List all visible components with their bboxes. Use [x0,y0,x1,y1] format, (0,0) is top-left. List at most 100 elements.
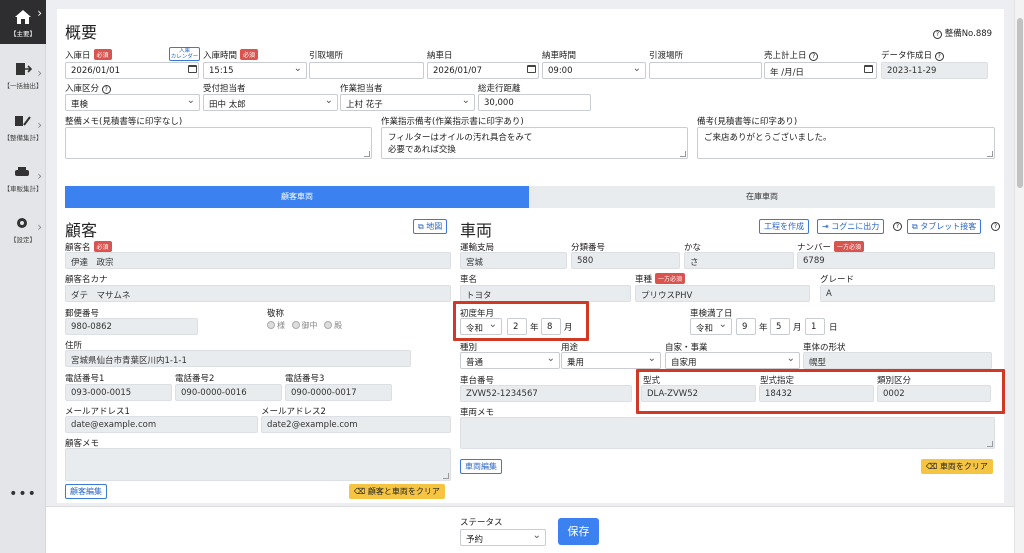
calendar-icon[interactable] [188,65,197,73]
vehicle-kana-input[interactable]: さ [684,252,794,269]
unyu-input[interactable]: 宮城 [460,252,567,269]
chevron-right-icon: › [37,66,42,80]
kyori-input[interactable]: 30,000 [478,94,591,111]
mail2-input[interactable]: date2@example.com [261,416,451,433]
tab-customer-vehicle[interactable]: 顧客車両 [65,186,529,208]
data-date-input: 2023-11-29 [881,62,988,79]
noushabi-input[interactable]: 2026/01/07 [427,62,539,79]
nyuko-kubun-label: 入庫区分 ? [65,82,111,94]
grade-label: グレード [820,275,855,285]
external-link-icon: ⧉ [418,222,424,231]
main-panel: 概要 ? 整備No.889 入庫日 必須 入庫 カレンダー 入庫時間 必須 引取場所… [57,9,1005,503]
shaken-day-input[interactable]: 1 [805,318,825,335]
sidebar: › 【主要】 › 【一括抽出】 › 【整備集計】 › 【車販集計】 › 【設定】… [0,0,46,553]
uriage-label: 売上計上日 ? [764,49,819,61]
sidebar-item-export[interactable]: › 【一括抽出】 [0,60,46,96]
export-icon: ⇥ [822,222,829,231]
calendar-icon[interactable] [864,65,873,73]
calendar-icon[interactable] [527,65,536,73]
help-icon[interactable]: ? [934,52,944,61]
jika-select[interactable]: 自家用 [665,352,800,369]
cogni-export-button[interactable]: ⇥ コグニに出力 [817,219,885,234]
external-link-icon: ⧉ [912,222,918,231]
hikitori-input[interactable] [309,62,424,79]
tablet-button[interactable]: ⧉ タブレット接客 [907,219,982,234]
status-select[interactable]: 予約 [460,529,546,546]
chevron-right-icon: › [37,6,42,20]
nyuko-kubun-select[interactable]: 車検 [65,94,200,111]
tel3-input[interactable]: 090-0000-0017 [285,384,392,401]
eraser-icon: ⌫ [354,487,366,496]
customer-edit-button[interactable]: 顧客編集 [65,484,107,499]
memo-textarea[interactable] [65,127,372,159]
more-icon[interactable]: ••• [0,486,46,502]
number-input[interactable]: 6789 [797,252,995,269]
address-input[interactable]: 宮城県仙台市青葉区川内1-1-1 [65,350,411,367]
chevron-right-icon: › [37,220,42,234]
shiji-textarea[interactable]: フィルターはオイルの汚れ具合をみて 必要であれば交換 [381,127,688,159]
mail1-input[interactable]: date@example.com [65,416,258,433]
shashu-input[interactable]: プリウスPHV [635,285,810,302]
sagyo-label: 作業担当者 [340,84,383,94]
hikiwatashi-input[interactable] [649,62,762,79]
sidebar-item-main[interactable]: › 【主要】 [0,0,46,44]
honorific-option[interactable]: 様 [267,321,285,330]
status-label: ステータス [460,518,503,528]
shaken-year-input[interactable]: 9 [736,318,756,335]
tel1-input[interactable]: 093-000-0015 [65,384,172,401]
scrollbar-thumb[interactable] [1017,18,1023,188]
customer-title: 顧客 [65,221,98,240]
hikitori-label: 引取場所 [309,51,344,61]
clear-customer-vehicle-button[interactable]: ⌫ 顧客と車両をクリア [349,484,445,499]
zip-input[interactable]: 980-0862 [65,318,198,335]
chassis-input[interactable]: ZVW52-1234567 [460,385,632,402]
scrollbar[interactable] [1014,0,1024,553]
tel2-input[interactable]: 090-0000-0016 [175,384,282,401]
map-button[interactable]: ⧉ 地図 [413,219,448,234]
sidebar-item-car-sales[interactable]: › 【車販集計】 [0,163,46,199]
help-icon[interactable]: ? [933,30,942,39]
sidebar-item-maintenance[interactable]: › 【整備集計】 [0,112,46,148]
nyuko-date-input[interactable]: 2026/01/01 [65,62,199,79]
customer-kana-input[interactable]: ダテ マサムネ [65,285,451,302]
grade-input[interactable]: A [820,285,995,302]
day-unit: 日 [829,323,838,333]
shubetsu-select[interactable]: 普通 [460,352,560,369]
tel2-label: 電話番号2 [175,374,215,384]
honorific-option[interactable]: 殿 [324,321,342,330]
nyuko-calendar-button[interactable]: 入庫 カレンダー [169,47,200,61]
vehicle-title: 車両 [460,221,493,240]
yoto-select[interactable]: 乗用 [561,352,661,369]
uriage-input[interactable]: 年 /月/日 [764,62,877,79]
honorific-option[interactable]: 御中 [291,321,318,330]
keijo-input[interactable]: 幌型 [803,352,992,369]
nyuko-time-label: 入庫時間 必須 [203,49,259,61]
help-icon[interactable]: ? [809,52,819,61]
create-process-button[interactable]: 工程を作成 [759,219,809,234]
help-icon[interactable]: ? [101,85,111,94]
highlight-box-shodo [453,301,589,341]
shaken-era-select[interactable]: 令和 [690,318,732,335]
sagyo-select[interactable]: 上村 花子 [340,94,475,111]
uketsuke-select[interactable]: 田中 太郎 [203,94,338,111]
customer-name-input[interactable]: 伊達 政宗 [65,252,451,269]
vehicle-edit-button[interactable]: 車両編集 [460,459,502,474]
help-icon[interactable]: ? [991,222,1000,231]
clear-vehicle-button[interactable]: ⌫ 車両をクリア [921,459,993,474]
maker-input[interactable]: トヨタ [460,285,631,302]
footer-bar: ステータス 予約 保存 [46,506,1014,553]
customer-kana-label: 顧客名カナ [65,275,108,285]
shaken-month-input[interactable]: 5 [770,318,790,335]
tab-stock-vehicle[interactable]: 在庫車両 [529,186,995,208]
customer-memo-textarea[interactable] [65,448,451,481]
shiji-label: 作業指示備考(作業指示書に印字あり) [381,117,524,127]
help-icon[interactable]: ? [893,222,902,231]
vehicle-memo-textarea[interactable] [460,417,995,449]
bunrui-input[interactable]: 580 [571,252,680,269]
nyuko-time-select[interactable]: 15:15 [203,62,307,79]
nousha-time-select[interactable]: 09:00 [542,62,646,79]
tel3-label: 電話番号3 [285,374,325,384]
sidebar-item-settings[interactable]: › 【設定】 [0,214,46,250]
save-button[interactable]: 保存 [558,518,599,545]
biko-textarea[interactable]: ご来店ありがとうございました。 [697,127,995,159]
